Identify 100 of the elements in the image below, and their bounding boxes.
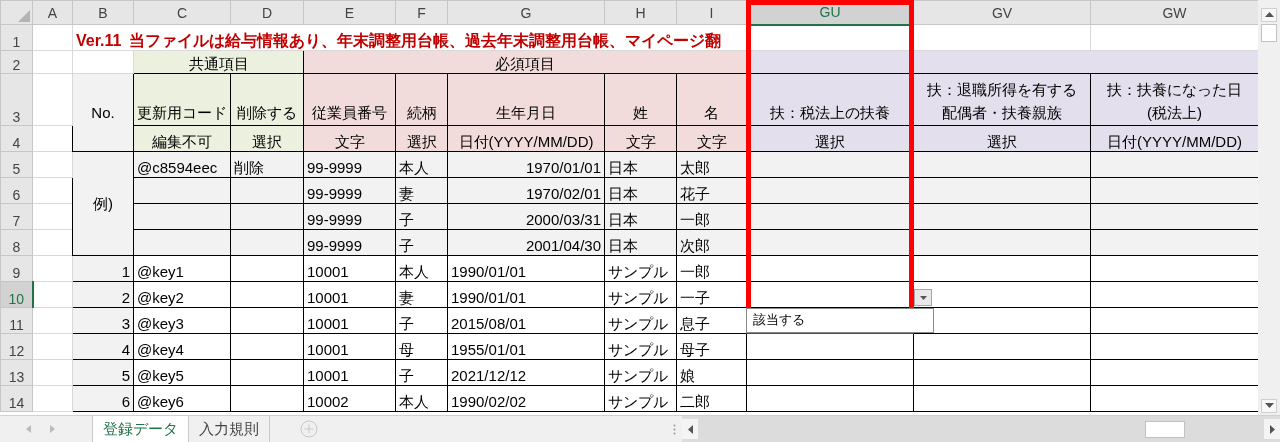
- column-header[interactable]: GW: [1090, 0, 1258, 25]
- column-title: 削除する: [230, 73, 304, 126]
- table-cell: 花子: [676, 177, 747, 204]
- caret-up-icon: [1264, 12, 1274, 18]
- scroll-down-button[interactable]: [1261, 399, 1277, 413]
- row-header[interactable]: 5: [0, 151, 33, 178]
- select-all-icon[interactable]: [18, 10, 30, 22]
- table-cell: 日本: [604, 203, 677, 230]
- column-title: 扶：扶養になった日 (税法上): [1090, 73, 1258, 126]
- row-header[interactable]: 4: [0, 125, 33, 152]
- table-cell: 一郎: [676, 203, 747, 230]
- data-type-label: 編集不可: [133, 125, 231, 152]
- table-cell: サンプル: [604, 281, 677, 308]
- table-cell: 1990/02/02: [447, 385, 605, 412]
- sheet-tab[interactable]: 登録データ: [92, 416, 189, 442]
- table-cell: 本人: [395, 385, 448, 412]
- column-header[interactable]: E: [303, 0, 396, 25]
- table-cell: サンプル: [604, 359, 677, 386]
- data-type-label: 選択: [913, 125, 1091, 152]
- table-cell: 太郎: [676, 151, 747, 178]
- example-label: 例): [72, 151, 134, 256]
- row-header[interactable]: 3: [0, 73, 33, 126]
- column-header[interactable]: D: [230, 0, 304, 25]
- table-cell: 1990/01/01: [447, 281, 605, 308]
- horizontal-scrollbar[interactable]: [682, 416, 1280, 442]
- table-cell: 10001: [303, 333, 396, 360]
- table-cell: 母子: [676, 333, 747, 360]
- table-cell: 99-9999: [303, 229, 396, 256]
- row-header[interactable]: 1: [0, 24, 33, 51]
- column-title: 生年月日: [447, 73, 605, 126]
- table-cell: 削除: [230, 151, 304, 178]
- column-title: No.: [72, 73, 134, 152]
- table-cell: @key4: [133, 333, 231, 360]
- table-cell: 日本: [604, 177, 677, 204]
- caret-down-icon: [1264, 403, 1274, 409]
- table-cell: 10001: [303, 281, 396, 308]
- table-cell: 2021/12/12: [447, 359, 605, 386]
- sheet-tab[interactable]: 入力規則: [189, 416, 270, 442]
- version-label: Ver.11: [76, 32, 122, 49]
- column-header[interactable]: GV: [913, 0, 1091, 25]
- table-cell: 2015/08/01: [447, 307, 605, 334]
- table-cell: 母: [395, 333, 448, 360]
- data-type-label: 選択: [230, 125, 304, 152]
- row-header[interactable]: 7: [0, 203, 33, 230]
- column-title: 姓: [604, 73, 677, 126]
- table-cell: 99-9999: [303, 177, 396, 204]
- scroll-up-button[interactable]: [1261, 8, 1277, 22]
- column-header[interactable]: F: [395, 0, 448, 25]
- table-cell: @c8594eec: [133, 151, 231, 178]
- column-header[interactable]: B: [72, 0, 134, 25]
- table-cell: 妻: [395, 281, 448, 308]
- table-cell: 日本: [604, 229, 677, 256]
- caret-right-icon: [1269, 424, 1275, 434]
- data-type-label: 日付(YYYY/MM/DD): [1090, 125, 1258, 152]
- table-cell: @key3: [133, 307, 231, 334]
- scroll-thumb[interactable]: [1261, 24, 1277, 42]
- vertical-scrollbar[interactable]: [1258, 0, 1280, 415]
- group-header: 共通項目: [133, 50, 304, 74]
- column-header[interactable]: A: [32, 0, 73, 25]
- row-header[interactable]: 9: [0, 255, 33, 282]
- data-type-label: 文字: [604, 125, 677, 152]
- scroll-left-button[interactable]: [682, 419, 698, 439]
- column-header[interactable]: G: [447, 0, 605, 25]
- row-header[interactable]: 8: [0, 229, 33, 256]
- column-header[interactable]: I: [676, 0, 747, 25]
- table-cell: 子: [395, 307, 448, 334]
- dropdown-button[interactable]: [914, 289, 932, 306]
- table-cell: 99-9999: [303, 203, 396, 230]
- row-header[interactable]: 14: [0, 385, 33, 412]
- data-type-label: 日付(YYYY/MM/DD): [447, 125, 605, 152]
- table-cell: 1970/01/01: [447, 151, 605, 178]
- row-header[interactable]: 6: [0, 177, 33, 204]
- row-header[interactable]: 10: [0, 281, 33, 308]
- scroll-thumb[interactable]: [1145, 420, 1185, 438]
- table-cell: 娘: [676, 359, 747, 386]
- table-cell: サンプル: [604, 385, 677, 412]
- table-cell: サンプル: [604, 307, 677, 334]
- table-cell: サンプル: [604, 255, 677, 282]
- notice-text: 当ファイルは給与情報あり、年末調整用台帳、過去年末調整用台帳、マイページ翻: [129, 32, 722, 49]
- column-header[interactable]: H: [604, 0, 677, 25]
- table-cell: @key1: [133, 255, 231, 282]
- table-cell: 子: [395, 359, 448, 386]
- table-cell: @key5: [133, 359, 231, 386]
- table-cell: 二郎: [676, 385, 747, 412]
- data-type-label: 文字: [303, 125, 396, 152]
- scroll-right-button[interactable]: [1264, 419, 1280, 439]
- table-cell: 1955/01/01: [447, 333, 605, 360]
- table-cell: 2001/04/30: [447, 229, 605, 256]
- row-header[interactable]: 12: [0, 333, 33, 360]
- table-cell: 10001: [303, 359, 396, 386]
- caret-down-icon: [919, 295, 927, 300]
- row-header[interactable]: 11: [0, 307, 33, 334]
- previous-sheet-icon[interactable]: [24, 424, 32, 434]
- row-header[interactable]: 2: [0, 50, 33, 74]
- table-cell: 日本: [604, 151, 677, 178]
- column-header[interactable]: C: [133, 0, 231, 25]
- table-cell: @key2: [133, 281, 231, 308]
- row-header[interactable]: 13: [0, 359, 33, 386]
- next-sheet-icon[interactable]: [48, 424, 56, 434]
- caret-left-icon: [687, 424, 693, 434]
